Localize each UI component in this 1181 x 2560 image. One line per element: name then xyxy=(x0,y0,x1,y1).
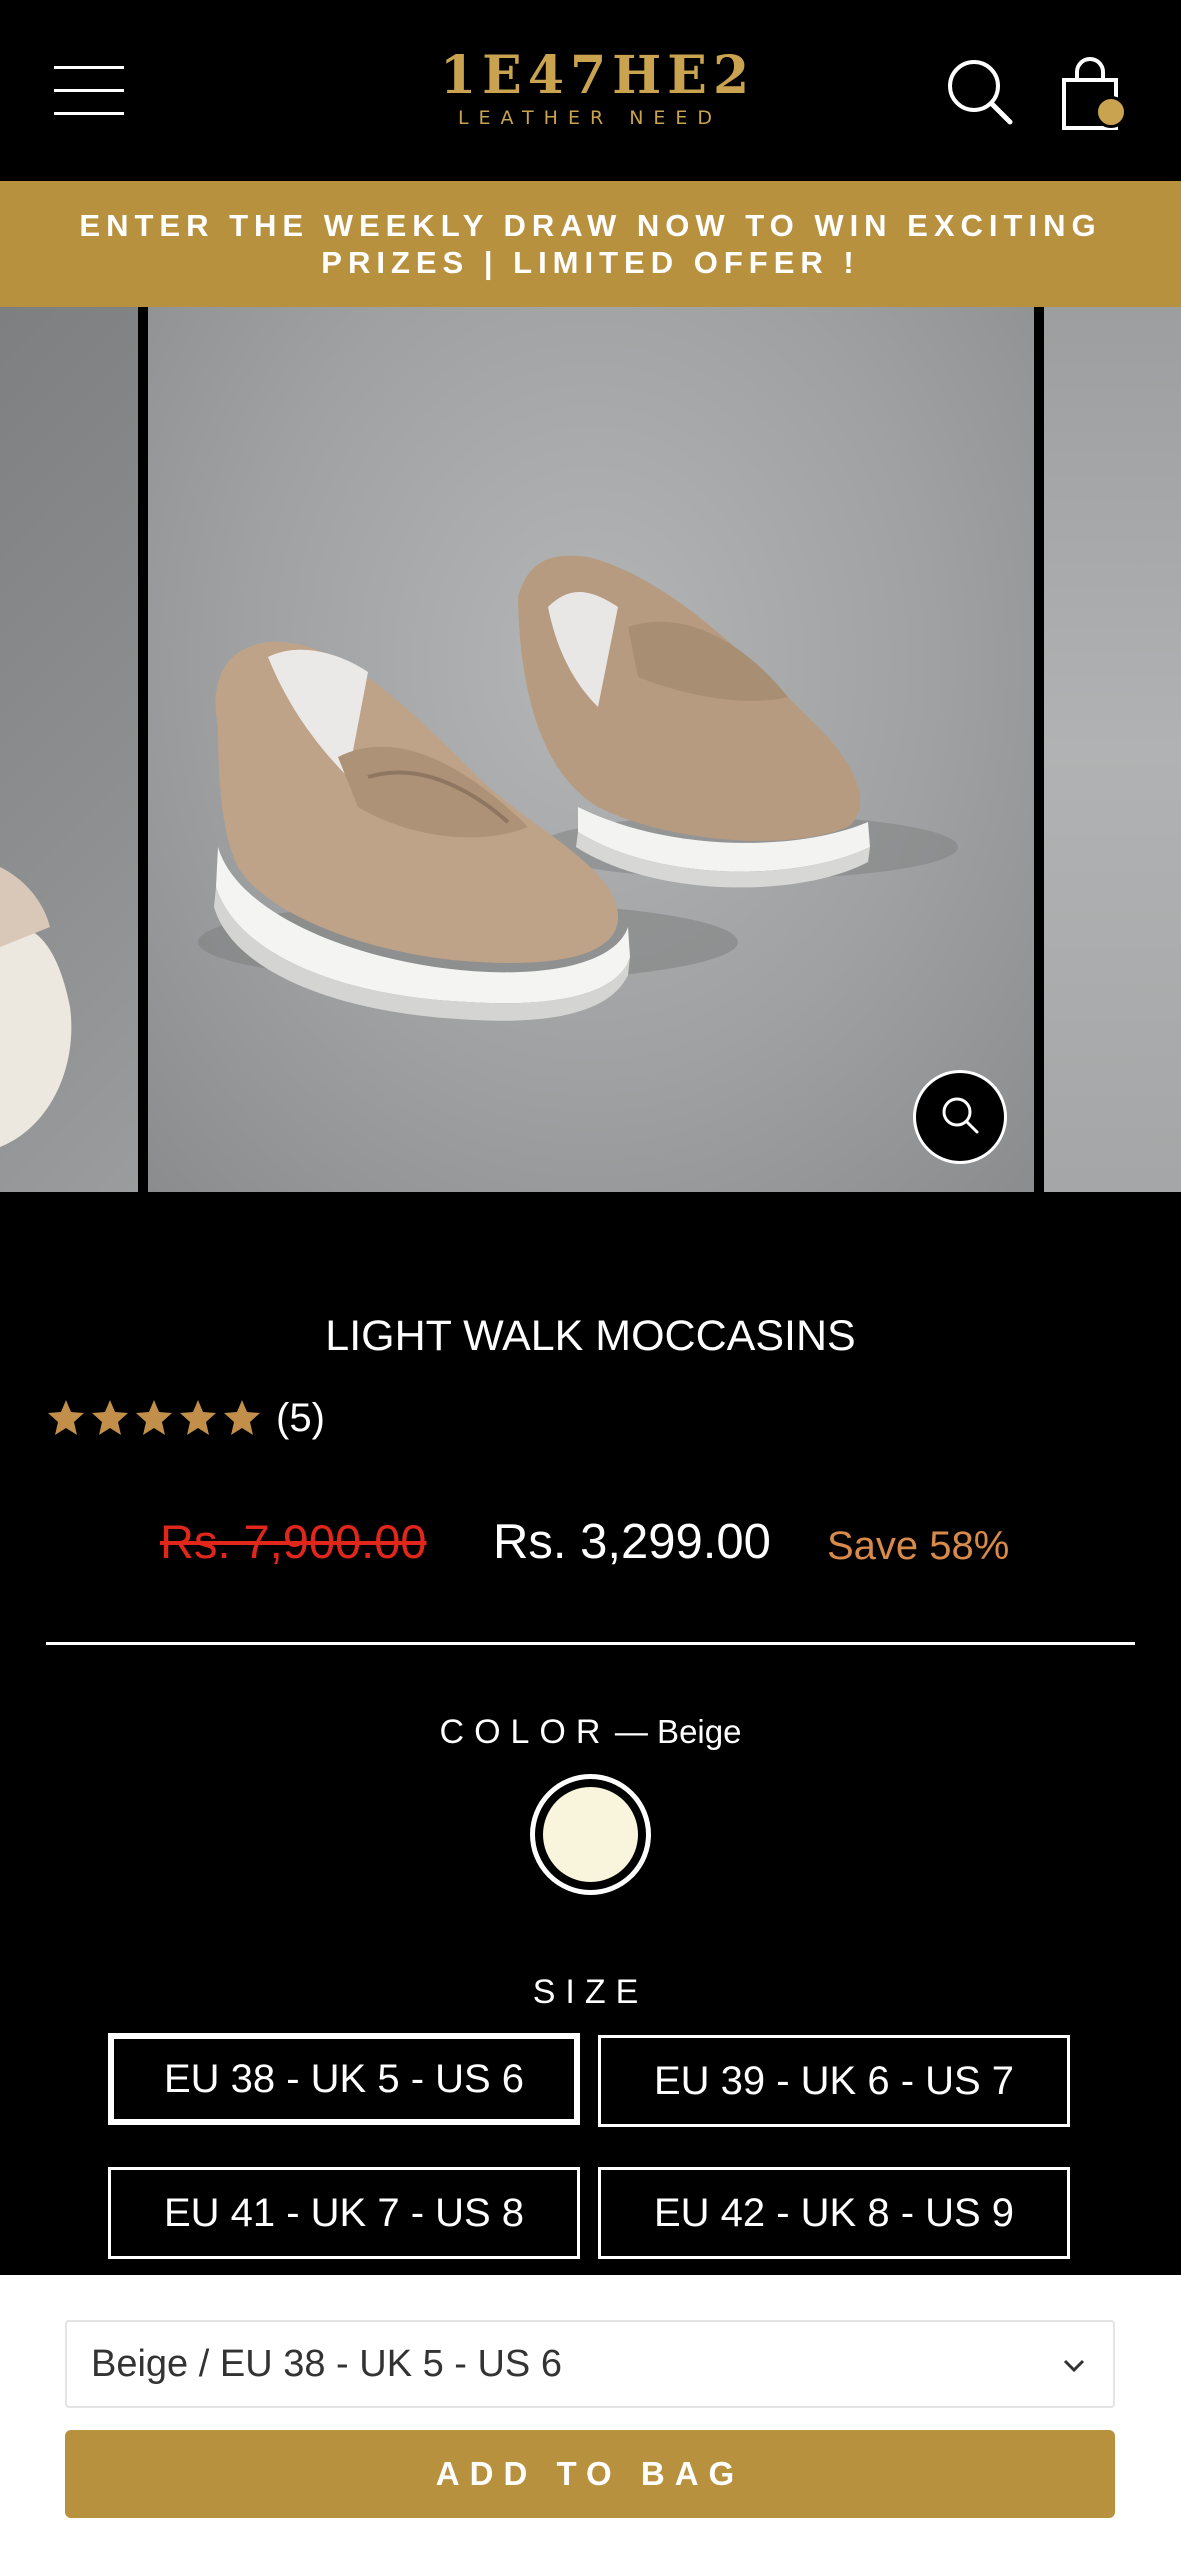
zoom-image-button[interactable] xyxy=(913,1070,1007,1164)
site-logo[interactable]: 1E47HE2 LEATHER NEED xyxy=(440,45,756,130)
previous-product-image[interactable] xyxy=(0,307,138,1192)
size-option-eu42[interactable]: EU 42 - UK 8 - US 9 xyxy=(598,2167,1070,2259)
cart-count-badge xyxy=(1095,96,1127,128)
product-image-carousel[interactable] xyxy=(0,307,1181,1192)
size-option-eu38[interactable]: EU 38 - UK 5 - US 6 xyxy=(108,2033,580,2125)
color-label: COLOR xyxy=(439,1713,611,1751)
logo-tagline: LEATHER NEED xyxy=(457,107,723,129)
product-title: LIGHT WALK MOCCASINS xyxy=(325,1312,856,1360)
star-icon xyxy=(224,1400,260,1435)
color-swatch-beige[interactable] xyxy=(530,1774,651,1895)
color-option-label: COLOR — Beige xyxy=(0,1708,1181,1763)
variant-select-value: Beige / EU 38 - UK 5 - US 6 xyxy=(91,2342,562,2385)
menu-line xyxy=(54,112,124,115)
divider xyxy=(46,1642,1135,1645)
star-icon xyxy=(180,1400,216,1435)
size-option-eu41[interactable]: EU 41 - UK 7 - US 8 xyxy=(108,2167,580,2259)
star-icon xyxy=(136,1400,172,1435)
add-to-bag-button[interactable]: ADD TO BAG xyxy=(65,2430,1115,2518)
site-header: 1E47HE2 LEATHER NEED xyxy=(0,0,1181,181)
main-product-image[interactable] xyxy=(148,307,1034,1192)
size-label: SIZE xyxy=(532,1973,649,2011)
rating-stars xyxy=(46,1398,262,1438)
chevron-down-icon xyxy=(1063,2359,1085,2373)
announcement-text: ENTER THE WEEKLY DRAW NOW TO WIN EXCITIN… xyxy=(79,208,1102,280)
compare-at-price: Rs. 7,900.00 xyxy=(160,1515,427,1568)
menu-line xyxy=(54,89,124,92)
menu-icon[interactable] xyxy=(54,66,124,116)
review-count: (5) xyxy=(276,1395,325,1440)
sale-price: Rs. 3,299.00 xyxy=(493,1515,771,1569)
savings-badge: Save 58% xyxy=(827,1524,1010,1568)
product-rating[interactable]: (5) xyxy=(46,1394,325,1442)
zoom-icon xyxy=(938,1093,982,1142)
bag-icon[interactable] xyxy=(1055,56,1131,134)
announcement-bar[interactable]: ENTER THE WEEKLY DRAW NOW TO WIN EXCITIN… xyxy=(0,181,1181,307)
star-icon xyxy=(48,1400,84,1435)
size-option-eu39[interactable]: EU 39 - UK 6 - US 7 xyxy=(598,2035,1070,2127)
swatch-fill xyxy=(543,1787,638,1882)
next-product-image[interactable] xyxy=(1044,307,1181,1192)
sticky-add-to-bag-bar: Beige / EU 38 - UK 5 - US 6 ADD TO BAG xyxy=(0,2275,1181,2560)
search-icon[interactable] xyxy=(944,56,1016,128)
color-selected-value: — Beige xyxy=(614,1713,742,1750)
menu-line xyxy=(54,66,124,69)
logo-wordmark: 1E47HE2 xyxy=(440,45,756,106)
star-icon xyxy=(92,1400,128,1435)
variant-select[interactable]: Beige / EU 38 - UK 5 - US 6 xyxy=(65,2320,1115,2408)
price-row: Rs. 7,900.00 Rs. 3,299.00 Save 58% xyxy=(0,1510,1181,1574)
